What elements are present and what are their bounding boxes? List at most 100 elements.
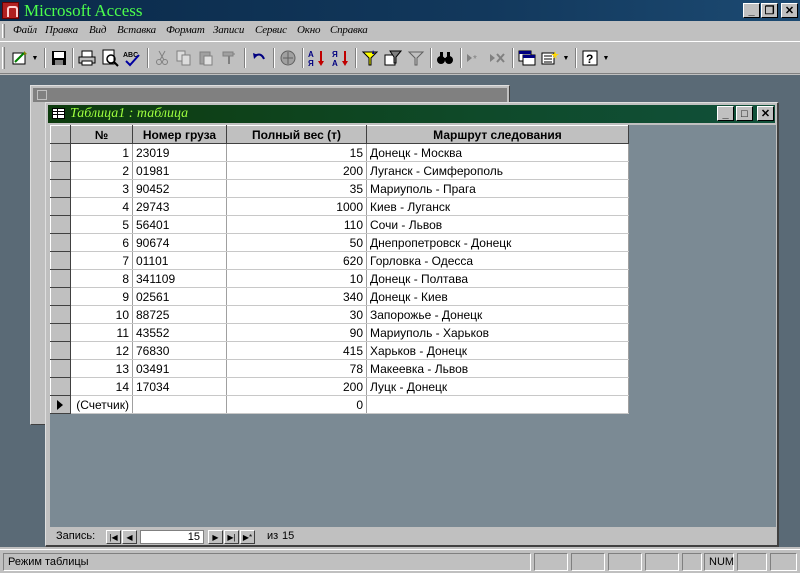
- cell-cargo-number[interactable]: 03491: [132, 359, 227, 378]
- table-row[interactable]: 1 23019 15 Донецк - Москва: [50, 143, 629, 162]
- column-header-full-weight[interactable]: Полный вес (т): [226, 125, 367, 144]
- record-selector[interactable]: [50, 341, 71, 360]
- cut-button[interactable]: [152, 48, 172, 68]
- table-row[interactable]: 12 76830 415 Харьков - Донецк: [50, 341, 629, 360]
- cell-full-weight[interactable]: 50: [226, 233, 367, 252]
- first-record-button[interactable]: |◀: [106, 530, 121, 544]
- next-record-button[interactable]: ▶: [208, 530, 223, 544]
- table-window-title-bar[interactable]: Таблица1 : таблица _ □ ✕: [48, 105, 775, 123]
- record-selector[interactable]: [50, 233, 71, 252]
- cell-cargo-number[interactable]: 23019: [132, 143, 227, 162]
- sort-ascending-button[interactable]: AЯ: [307, 48, 327, 68]
- cell-id[interactable]: 8: [70, 269, 133, 288]
- menu-help[interactable]: Справка: [330, 24, 368, 36]
- delete-record-button[interactable]: [488, 48, 508, 68]
- table-row[interactable]: 3 90452 35 Мариуполь - Прага: [50, 179, 629, 198]
- cell-id[interactable]: 4: [70, 197, 133, 216]
- cell-full-weight[interactable]: 10: [226, 269, 367, 288]
- new-object-button[interactable]: [540, 48, 560, 68]
- cell-route[interactable]: Макеевка - Львов: [366, 359, 629, 378]
- column-header-route[interactable]: Маршрут следования: [366, 125, 629, 144]
- column-header-id[interactable]: №: [70, 125, 133, 144]
- cell-full-weight-new[interactable]: 0: [226, 395, 367, 414]
- cell-route[interactable]: Донецк - Киев: [366, 287, 629, 306]
- new-record-nav-button[interactable]: ▶*: [240, 530, 255, 544]
- record-selector[interactable]: [50, 197, 71, 216]
- table-row[interactable]: 6 90674 50 Днепропетровск - Донецк: [50, 233, 629, 252]
- cell-full-weight[interactable]: 200: [226, 161, 367, 180]
- previous-record-button[interactable]: ◀: [122, 530, 137, 544]
- cell-full-weight[interactable]: 1000: [226, 197, 367, 216]
- copy-button[interactable]: [174, 48, 194, 68]
- database-window-button[interactable]: [517, 48, 537, 68]
- cell-cargo-number[interactable]: 43552: [132, 323, 227, 342]
- record-selector[interactable]: [50, 323, 71, 342]
- find-button[interactable]: [435, 48, 455, 68]
- menu-format[interactable]: Формат: [166, 24, 205, 36]
- table-row[interactable]: 5 56401 110 Сочи - Львов: [50, 215, 629, 234]
- new-object-dropdown[interactable]: ▼: [561, 48, 571, 68]
- menu-records[interactable]: Записи: [213, 24, 244, 36]
- select-all-corner[interactable]: [50, 125, 71, 144]
- cell-id[interactable]: 3: [70, 179, 133, 198]
- print-preview-button[interactable]: [100, 48, 120, 68]
- print-button[interactable]: [77, 48, 97, 68]
- apply-filter-button[interactable]: [406, 48, 426, 68]
- cell-full-weight[interactable]: 340: [226, 287, 367, 306]
- filter-by-form-button[interactable]: [383, 48, 403, 68]
- cell-id-new[interactable]: (Счетчик): [70, 395, 133, 414]
- record-selector[interactable]: [50, 161, 71, 180]
- cell-cargo-number[interactable]: 17034: [132, 377, 227, 396]
- table-close-button[interactable]: ✕: [757, 106, 774, 121]
- format-painter-button[interactable]: [219, 48, 239, 68]
- horizontal-scrollbar[interactable]: [296, 530, 760, 544]
- cell-full-weight[interactable]: 78: [226, 359, 367, 378]
- sort-descending-button[interactable]: ЯA: [331, 48, 351, 68]
- table-row[interactable]: 4 29743 1000 Киев - Луганск: [50, 197, 629, 216]
- menu-grip[interactable]: [2, 24, 5, 38]
- app-restore-button[interactable]: ❐: [761, 3, 778, 18]
- cell-cargo-number[interactable]: 341109: [132, 269, 227, 288]
- cell-id[interactable]: 13: [70, 359, 133, 378]
- cell-route[interactable]: Горловка - Одесса: [366, 251, 629, 270]
- database-window-title-bar[interactable]: [33, 88, 507, 102]
- filter-by-selection-button[interactable]: [360, 48, 380, 68]
- record-selector-current[interactable]: [50, 395, 71, 414]
- table-maximize-button[interactable]: □: [736, 106, 753, 121]
- table-minimize-button[interactable]: _: [717, 106, 734, 121]
- record-selector[interactable]: [50, 287, 71, 306]
- cell-route[interactable]: Запорожье - Донецк: [366, 305, 629, 324]
- cell-route-new[interactable]: [366, 395, 629, 414]
- cell-route[interactable]: Мариуполь - Прага: [366, 179, 629, 198]
- table-row[interactable]: 10 88725 30 Запорожье - Донецк: [50, 305, 629, 324]
- cell-route[interactable]: Донецк - Полтава: [366, 269, 629, 288]
- save-button[interactable]: [49, 48, 69, 68]
- record-selector[interactable]: [50, 251, 71, 270]
- cell-full-weight[interactable]: 620: [226, 251, 367, 270]
- record-selector[interactable]: [50, 179, 71, 198]
- cell-cargo-number[interactable]: 01101: [132, 251, 227, 270]
- cell-id[interactable]: 14: [70, 377, 133, 396]
- column-header-cargo-number[interactable]: Номер груза: [132, 125, 227, 144]
- cell-route[interactable]: Киев - Луганск: [366, 197, 629, 216]
- cell-id[interactable]: 6: [70, 233, 133, 252]
- cell-id[interactable]: 10: [70, 305, 133, 324]
- help-dropdown[interactable]: ▼: [601, 48, 611, 68]
- cell-cargo-number[interactable]: 29743: [132, 197, 227, 216]
- cell-full-weight[interactable]: 35: [226, 179, 367, 198]
- cell-route[interactable]: Донецк - Москва: [366, 143, 629, 162]
- last-record-button[interactable]: ▶|: [224, 530, 239, 544]
- cell-route[interactable]: Луганск - Симферополь: [366, 161, 629, 180]
- table-row[interactable]: 8 341109 10 Донецк - Полтава: [50, 269, 629, 288]
- cell-id[interactable]: 7: [70, 251, 133, 270]
- design-view-button[interactable]: [10, 48, 30, 68]
- table-row[interactable]: 2 01981 200 Луганск - Симферополь: [50, 161, 629, 180]
- cell-route[interactable]: Харьков - Донецк: [366, 341, 629, 360]
- cell-full-weight[interactable]: 110: [226, 215, 367, 234]
- table-row[interactable]: 7 01101 620 Горловка - Одесса: [50, 251, 629, 270]
- cell-full-weight[interactable]: 90: [226, 323, 367, 342]
- table-row[interactable]: 11 43552 90 Мариуполь - Харьков: [50, 323, 629, 342]
- cell-cargo-number[interactable]: 90452: [132, 179, 227, 198]
- cell-route[interactable]: Луцк - Донецк: [366, 377, 629, 396]
- record-selector[interactable]: [50, 359, 71, 378]
